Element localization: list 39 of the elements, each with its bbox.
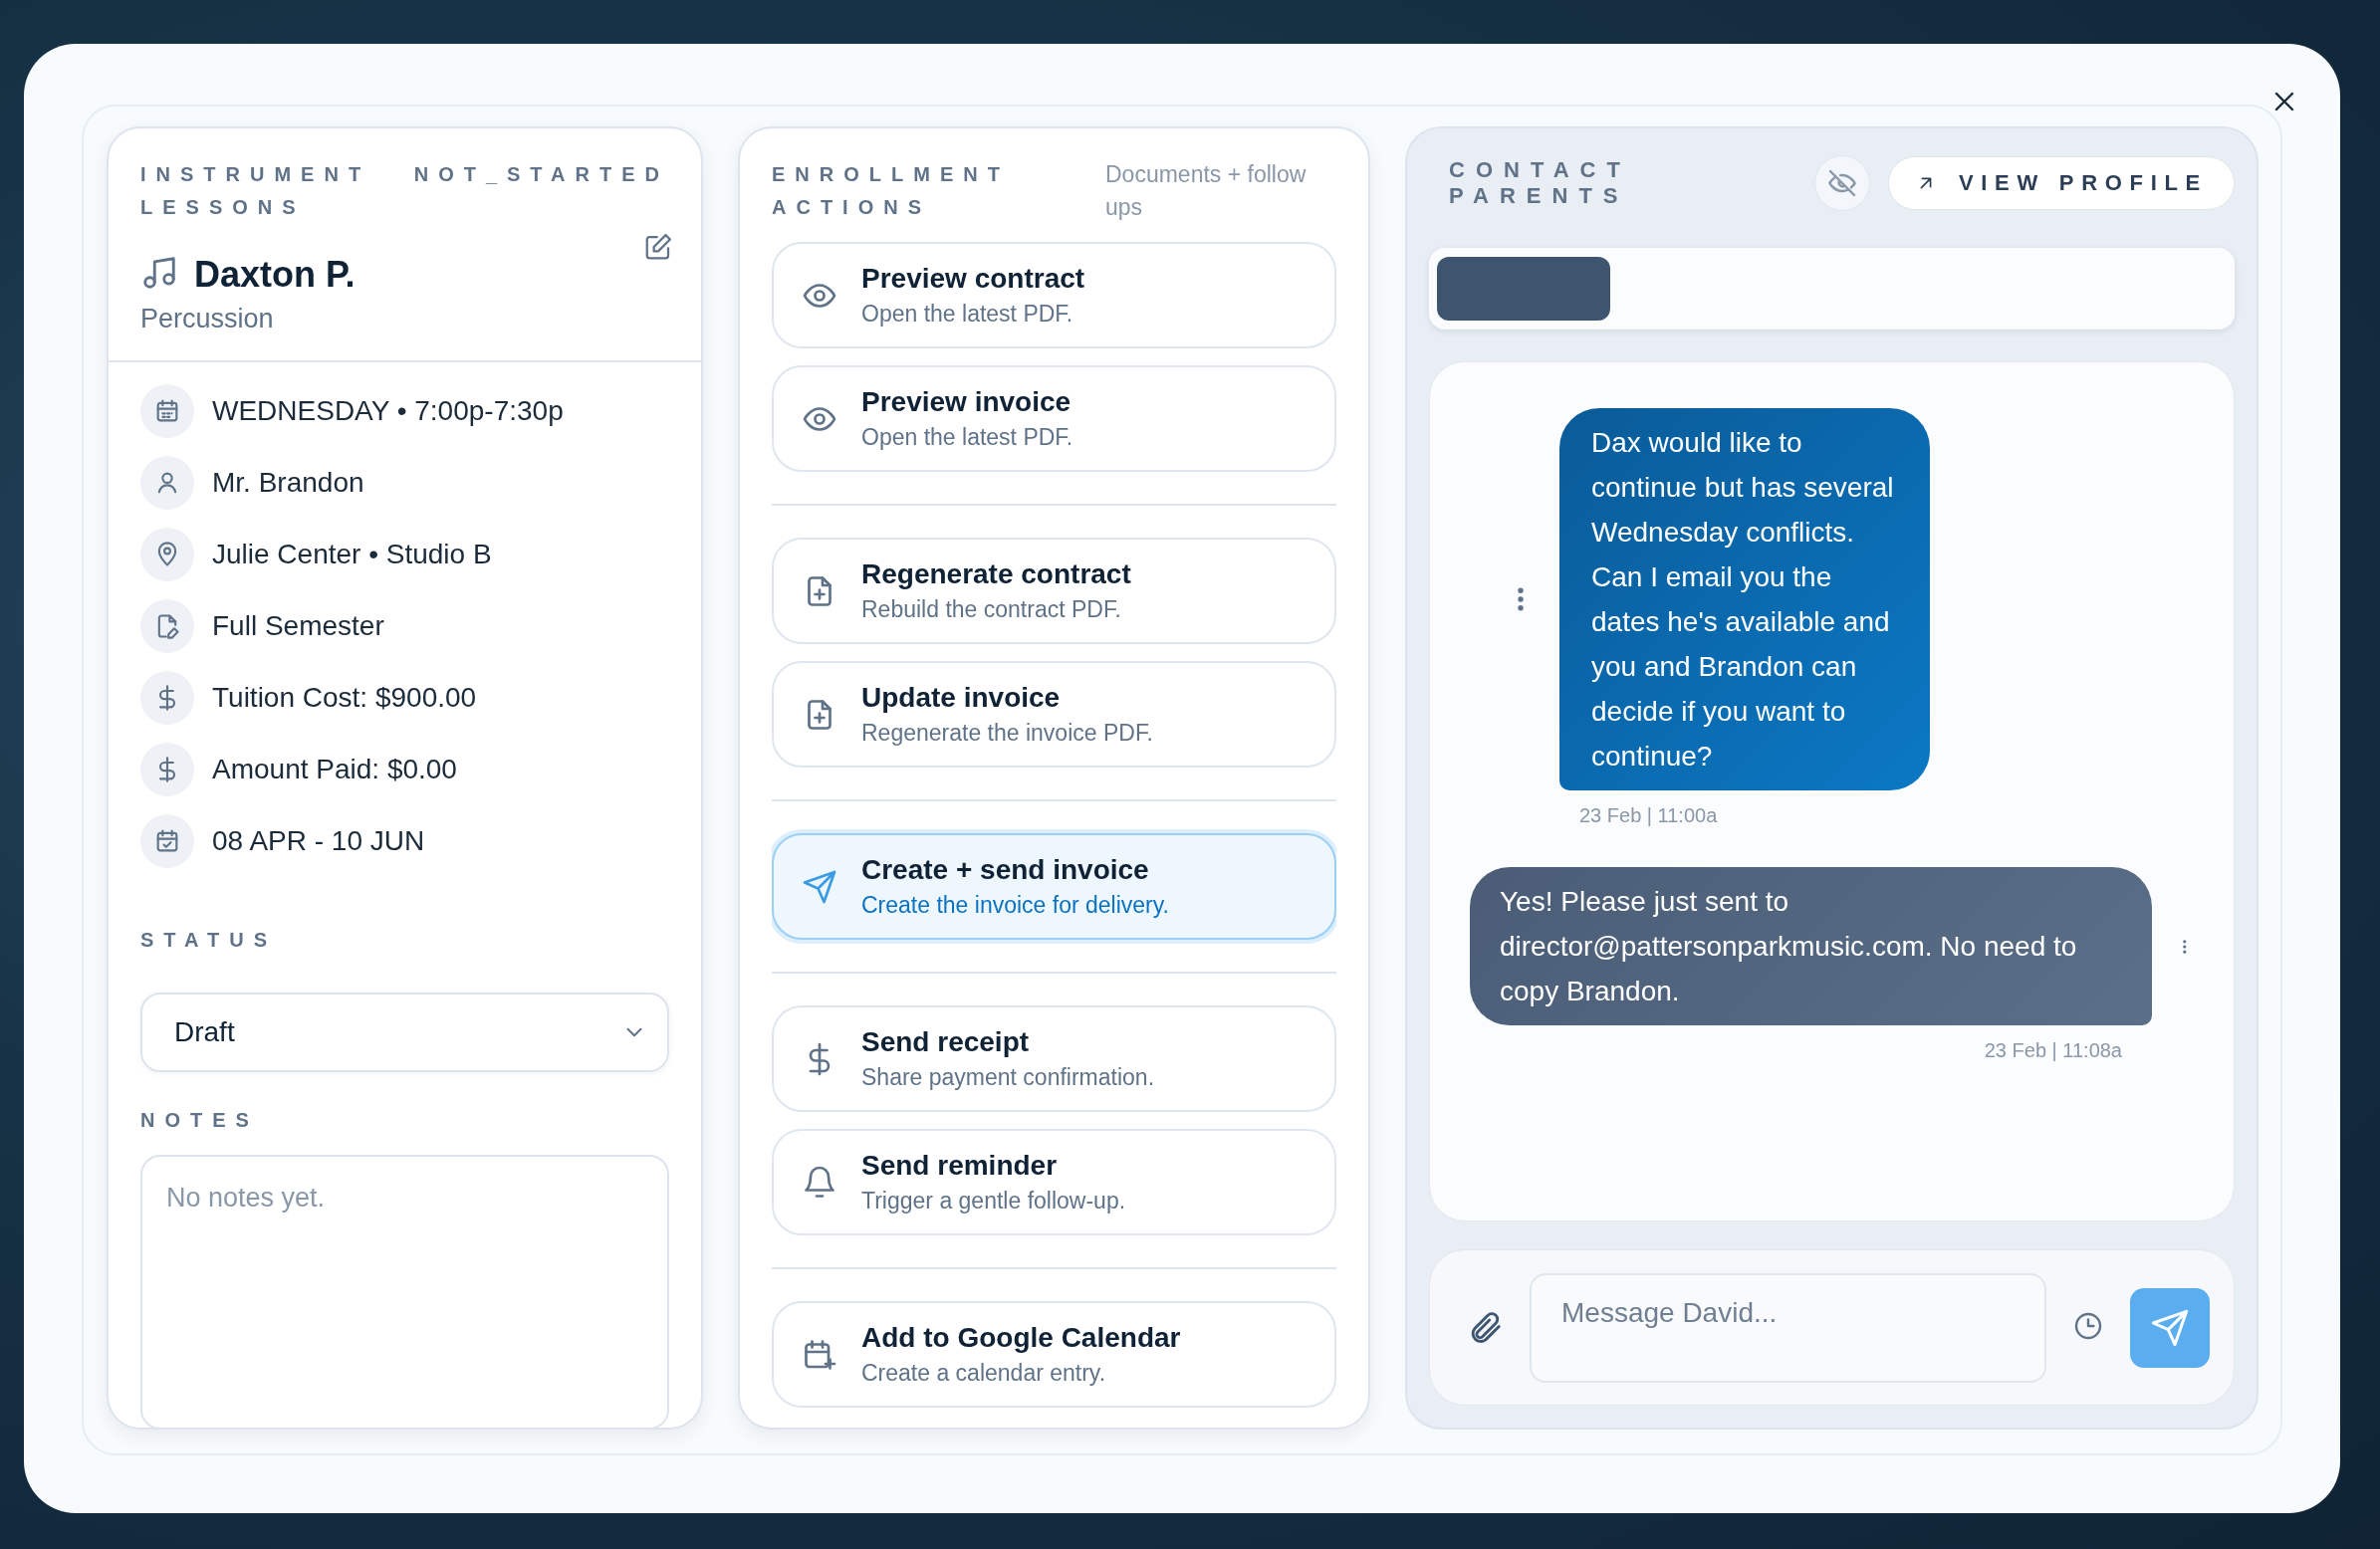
bell-icon: [802, 1164, 837, 1201]
edit-button[interactable]: [643, 232, 673, 262]
detail-text: Mr. Brandon: [212, 467, 364, 499]
status-dropdown[interactable]: Draft: [140, 993, 669, 1072]
action-button[interactable]: Regenerate contract Rebuild the contract PDF.: [772, 538, 1336, 644]
status-label: STATUS: [140, 928, 279, 953]
send-icon: [802, 868, 837, 905]
section-title: ENROLLMENT ACTIONS: [772, 162, 1011, 220]
detail-text: Tuition Cost: $900.00: [212, 682, 477, 714]
message-field[interactable]: Message David...: [1530, 1272, 2046, 1383]
message-bubble: Dax would like to continue but has several Wednesday conflicts. Can I email you the dates he's available and you and Brandon can decide if you want to continue?: [1559, 408, 1930, 790]
action-button[interactable]: Preview contract Open the latest PDF.: [772, 242, 1336, 348]
student-name: Daxton P.: [194, 254, 356, 296]
detail-text: Amount Paid: $0.00: [212, 754, 457, 785]
action-button[interactable]: Send receipt Share payment confirmation.: [772, 1005, 1336, 1112]
message-time: 23 Feb | 11:08a: [1984, 1039, 2122, 1062]
detail-text: WEDNESDAY • 7:00p-7:30p: [212, 395, 564, 427]
notes-field[interactable]: No notes yet.: [140, 1155, 669, 1428]
message-bubble: Yes! Please just sent to director@pattersonparkmusic.com. No need to copy Brandon.: [1470, 867, 2153, 1025]
action-button[interactable]: Send reminder Trigger a gentle follow-up.: [772, 1129, 1336, 1235]
section-subtitle: Documents + follow ups: [1105, 160, 1308, 222]
section-title: CONTACT PARENTS: [1449, 157, 1632, 209]
status-code: NOT_STARTED: [413, 162, 669, 187]
action-button[interactable]: Preview invoice Open the latest PDF.: [772, 365, 1336, 472]
instrument-label: Percussion: [140, 304, 275, 334]
send-icon: [2150, 1307, 2190, 1348]
detail-text: Julie Center • Studio B: [212, 539, 492, 570]
edit-icon: [643, 232, 673, 262]
category-label: INSTRUMENT LESSONS: [140, 162, 372, 220]
view-profile-button[interactable]: VIEW PROFILE: [1887, 156, 2235, 210]
detail-text: 08 APR - 10 JUN: [212, 825, 425, 857]
action-button[interactable]: Add to Google Calendar Create a calendar entry.: [772, 1301, 1336, 1408]
send-button[interactable]: [2130, 1287, 2210, 1368]
action-button[interactable]: Update invoice Regenerate the invoice PDF.: [772, 661, 1336, 768]
eye-off-icon: [1825, 167, 1858, 199]
message-time: 23 Feb | 11:00a: [1579, 804, 1719, 827]
detail-text: Full Semester: [212, 610, 384, 642]
notes-label: NOTES: [140, 1108, 260, 1133]
music-note-icon: [140, 254, 178, 292]
